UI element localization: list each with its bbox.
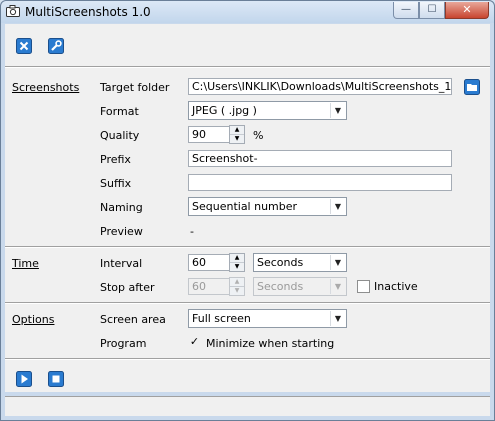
section-options: Options bbox=[12, 313, 55, 326]
format-select-value: JPEG ( .jpg ) bbox=[192, 104, 257, 117]
preview-label: Preview bbox=[100, 225, 143, 238]
main-window: MultiScreenshots 1.0 — ☐ ✕ Screenshots T… bbox=[0, 0, 495, 421]
format-label: Format bbox=[100, 105, 139, 118]
screen-area-select[interactable]: Full screen ▼ bbox=[188, 309, 347, 328]
stepper-up-icon[interactable]: ▲ bbox=[230, 278, 244, 287]
window-title: MultiScreenshots 1.0 bbox=[25, 5, 151, 19]
client-area: Screenshots Target folder C:\Users\INKLI… bbox=[5, 24, 490, 392]
play-icon bbox=[16, 371, 32, 387]
program-label: Program bbox=[100, 337, 147, 350]
chevron-down-icon: ▼ bbox=[330, 311, 345, 326]
suffix-label: Suffix bbox=[100, 177, 132, 190]
target-folder-label: Target folder bbox=[100, 81, 170, 94]
quality-label: Quality bbox=[100, 129, 140, 142]
stop-button[interactable] bbox=[48, 371, 64, 387]
naming-select[interactable]: Sequential number ▼ bbox=[188, 197, 347, 216]
stop-after-label: Stop after bbox=[100, 281, 155, 294]
minimize-button[interactable]: — bbox=[393, 2, 419, 19]
stepper-down-icon[interactable]: ▼ bbox=[230, 263, 244, 271]
bottom-separator bbox=[5, 358, 490, 360]
browse-folder-button[interactable] bbox=[464, 79, 480, 95]
stop-after-field[interactable]: 60 bbox=[188, 278, 230, 295]
prefix-label: Prefix bbox=[100, 153, 131, 166]
start-button[interactable] bbox=[16, 371, 32, 387]
section-screenshots: Screenshots bbox=[12, 81, 80, 94]
naming-select-value: Sequential number bbox=[192, 200, 298, 213]
interval-unit-select[interactable]: Seconds ▼ bbox=[253, 253, 347, 272]
stop-icon bbox=[48, 371, 64, 387]
stepper-up-icon[interactable]: ▲ bbox=[230, 126, 244, 135]
camera-icon bbox=[6, 5, 20, 17]
close-tool-button[interactable] bbox=[16, 38, 32, 54]
interval-field[interactable]: 60 bbox=[188, 254, 230, 271]
quality-field[interactable]: 90 bbox=[188, 126, 230, 143]
close-icon bbox=[16, 38, 32, 54]
minimize-checkbox[interactable]: ✓ bbox=[188, 336, 201, 349]
target-folder-field[interactable]: C:\Users\INKLIK\Downloads\MultiScreensho… bbox=[188, 78, 452, 95]
minimize-label: Minimize when starting bbox=[206, 337, 335, 350]
status-bar bbox=[5, 396, 490, 416]
suffix-field[interactable] bbox=[188, 174, 452, 191]
stop-after-stepper[interactable]: ▲ ▼ bbox=[229, 277, 245, 296]
stop-after-unit-select[interactable]: Seconds ▼ bbox=[253, 277, 347, 296]
inactive-label: Inactive bbox=[374, 280, 418, 293]
toolbar-separator bbox=[5, 66, 490, 68]
stepper-down-icon[interactable]: ▼ bbox=[230, 135, 244, 143]
close-window-button[interactable]: ✕ bbox=[445, 2, 489, 19]
section-separator bbox=[5, 302, 490, 304]
section-separator bbox=[5, 246, 490, 248]
stepper-down-icon[interactable]: ▼ bbox=[230, 287, 244, 295]
preview-value: - bbox=[190, 225, 194, 238]
stepper-up-icon[interactable]: ▲ bbox=[230, 254, 244, 263]
maximize-button[interactable]: ☐ bbox=[419, 2, 445, 19]
folder-icon bbox=[464, 79, 480, 95]
chevron-down-icon: ▼ bbox=[330, 199, 345, 214]
screen-area-label: Screen area bbox=[100, 313, 166, 326]
inactive-checkbox[interactable] bbox=[357, 280, 370, 293]
screen-area-value: Full screen bbox=[192, 312, 251, 325]
naming-label: Naming bbox=[100, 201, 143, 214]
chevron-down-icon: ▼ bbox=[330, 103, 345, 118]
interval-unit-value: Seconds bbox=[257, 256, 304, 269]
quality-stepper[interactable]: ▲ ▼ bbox=[229, 125, 245, 144]
interval-label: Interval bbox=[100, 257, 143, 270]
chevron-down-icon: ▼ bbox=[330, 279, 345, 294]
prefix-field[interactable]: Screenshot- bbox=[188, 150, 452, 167]
stop-after-unit-value: Seconds bbox=[257, 280, 304, 293]
format-select[interactable]: JPEG ( .jpg ) ▼ bbox=[188, 101, 347, 120]
interval-stepper[interactable]: ▲ ▼ bbox=[229, 253, 245, 272]
settings-tool-button[interactable] bbox=[48, 38, 64, 54]
wrench-icon bbox=[48, 38, 64, 54]
title-bar[interactable]: MultiScreenshots 1.0 — ☐ ✕ bbox=[1, 1, 494, 23]
chevron-down-icon: ▼ bbox=[330, 255, 345, 270]
section-time: Time bbox=[12, 257, 39, 270]
quality-unit: % bbox=[253, 129, 264, 142]
